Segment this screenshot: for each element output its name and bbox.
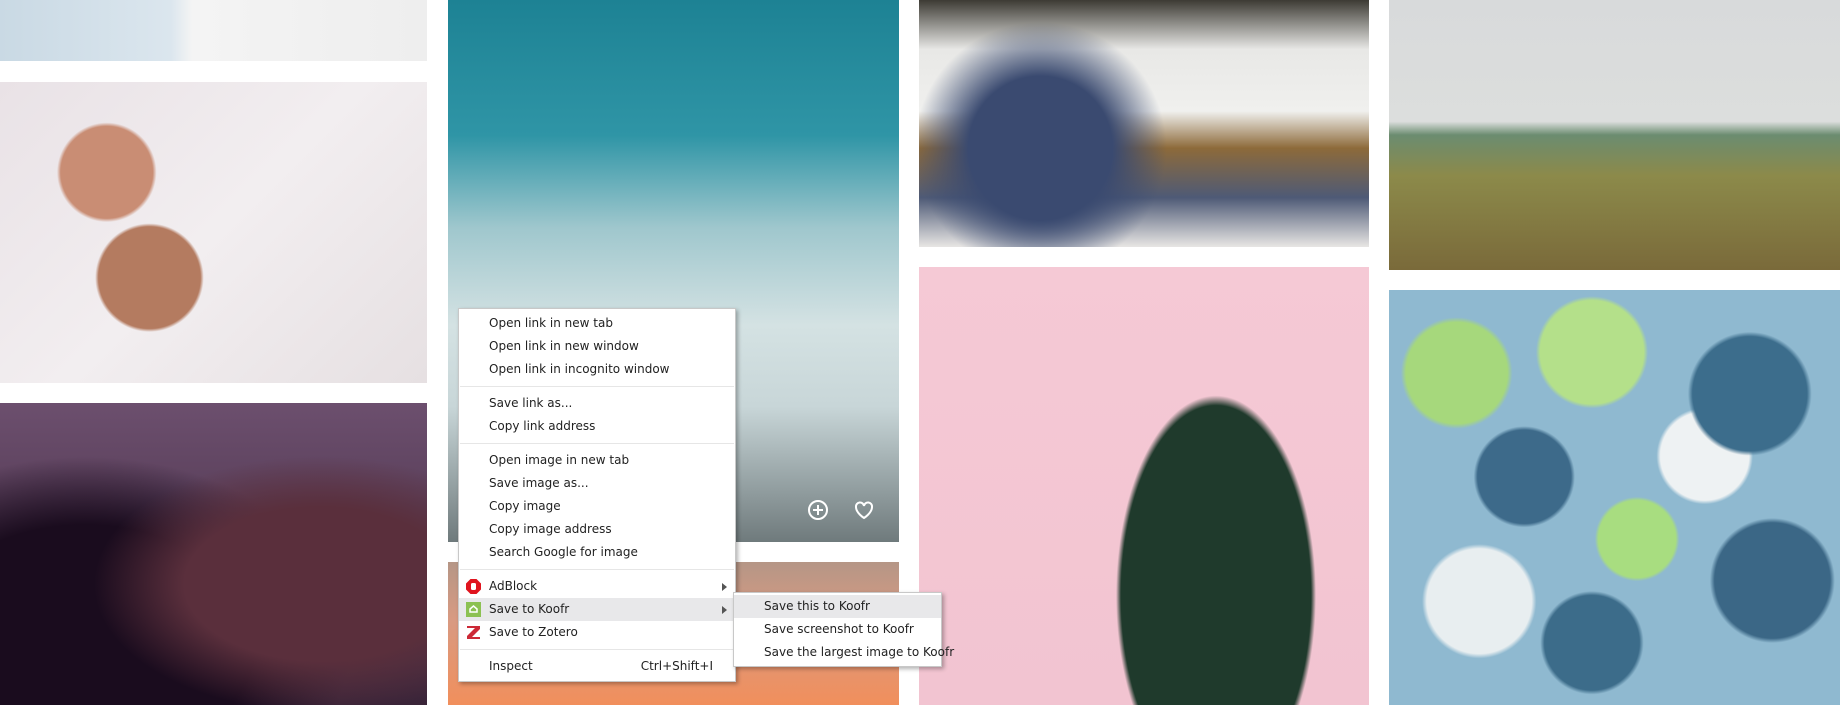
photo-drawing-hands[interactable] xyxy=(0,82,427,383)
submenu-item-save-screenshot[interactable]: Save screenshot to Koofr xyxy=(734,618,941,641)
menu-item-open-image-new-tab[interactable]: Open image in new tab xyxy=(459,449,735,472)
photo-umbrellas[interactable] xyxy=(1389,290,1840,705)
submenu-item-save-this[interactable]: Save this to Koofr xyxy=(734,595,941,618)
menu-item-open-link-incognito[interactable]: Open link in incognito window xyxy=(459,358,735,381)
context-menu: Open link in new tab Open link in new wi… xyxy=(458,308,736,682)
photo-couple[interactable] xyxy=(0,403,427,705)
submenu-arrow-icon xyxy=(722,606,727,614)
menu-item-copy-image[interactable]: Copy image xyxy=(459,495,735,518)
adblock-hand-icon xyxy=(466,579,481,594)
submenu-arrow-icon xyxy=(722,583,727,591)
photo-leaf-pink[interactable] xyxy=(919,267,1369,705)
menu-item-open-link-new-tab[interactable]: Open link in new tab xyxy=(459,312,735,335)
menu-item-label: AdBlock xyxy=(489,579,538,593)
keyboard-shortcut: Ctrl+Shift+I xyxy=(640,659,713,673)
menu-item-search-google-image[interactable]: Search Google for image xyxy=(459,541,735,564)
menu-item-copy-link-address[interactable]: Copy link address xyxy=(459,415,735,438)
menu-item-label: Save to Zotero xyxy=(489,625,578,639)
plus-circle-icon[interactable] xyxy=(806,498,830,522)
menu-item-save-to-koofr[interactable]: Save to Koofr xyxy=(459,598,735,621)
photo-sailboat[interactable] xyxy=(0,0,427,61)
zotero-z-icon xyxy=(466,625,481,640)
menu-item-save-image-as[interactable]: Save image as... xyxy=(459,472,735,495)
koofr-submenu: Save this to Koofr Save screenshot to Ko… xyxy=(733,592,954,667)
menu-item-label: Inspect xyxy=(489,659,533,673)
menu-separator xyxy=(460,649,734,650)
menu-item-adblock[interactable]: AdBlock xyxy=(459,575,735,598)
menu-item-copy-image-address[interactable]: Copy image address xyxy=(459,518,735,541)
menu-separator xyxy=(460,386,734,387)
menu-item-label: Save to Koofr xyxy=(489,602,570,616)
photo-man-on-boat[interactable] xyxy=(919,0,1369,247)
menu-item-save-link-as[interactable]: Save link as... xyxy=(459,392,735,415)
menu-item-save-to-zotero[interactable]: Save to Zotero xyxy=(459,621,735,644)
menu-item-open-link-new-window[interactable]: Open link in new window xyxy=(459,335,735,358)
menu-separator xyxy=(460,443,734,444)
submenu-item-save-largest-image[interactable]: Save the largest image to Koofr xyxy=(734,641,954,664)
koofr-icon xyxy=(466,602,481,617)
menu-item-inspect[interactable]: Inspect Ctrl+Shift+I xyxy=(459,655,735,678)
heart-icon[interactable] xyxy=(852,498,876,522)
photo-giraffes[interactable] xyxy=(1389,0,1840,270)
menu-separator xyxy=(460,569,734,570)
